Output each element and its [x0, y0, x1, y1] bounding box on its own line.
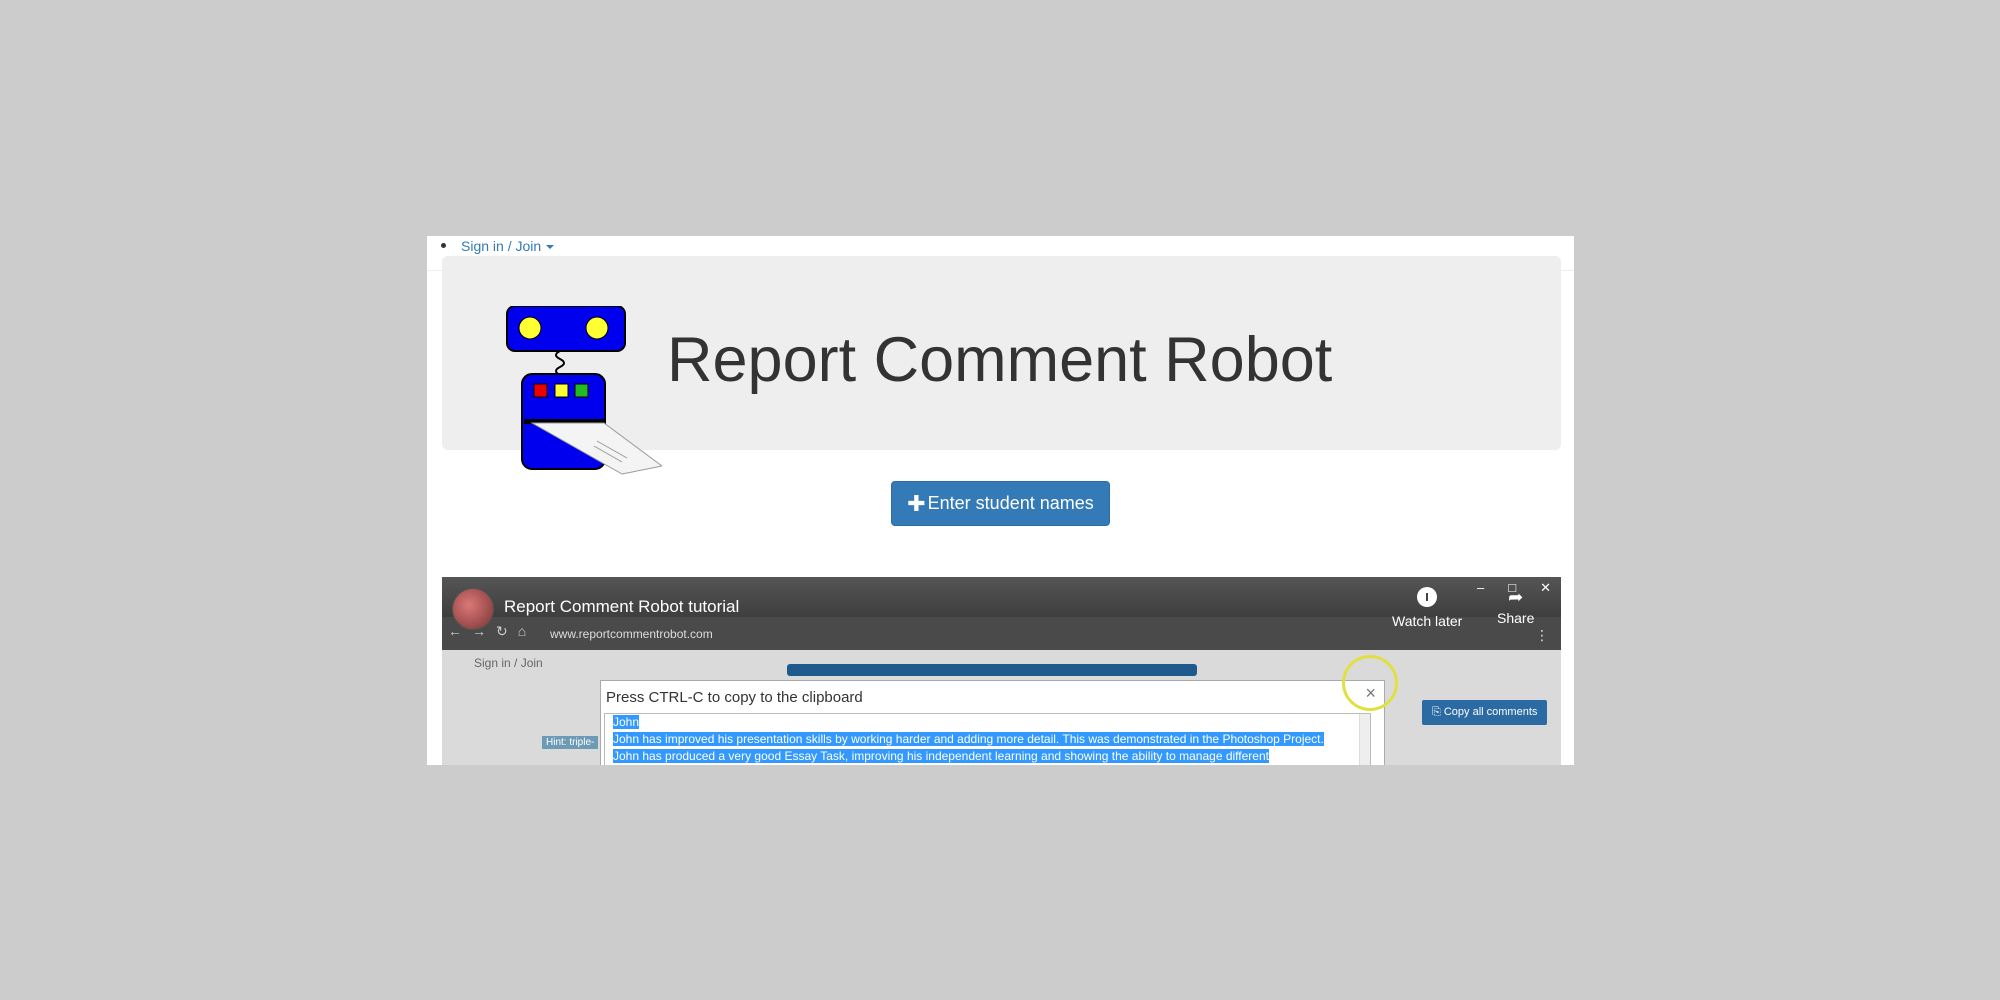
comment-line: John has produced a very good Essay Task…: [613, 749, 1269, 763]
copy-dialog-textarea: John John has improved his presentation …: [604, 713, 1371, 765]
more-options-icon: ⋮: [1535, 627, 1549, 643]
copy-dialog-title: Press CTRL-C to copy to the clipboard: [606, 689, 863, 706]
close-icon: ✕: [1540, 580, 1551, 595]
page-title: Report Comment Robot: [667, 325, 1333, 395]
clipboard-icon: ⎘: [1432, 706, 1444, 718]
video-url-text: www.reportcommentrobot.com: [550, 627, 713, 641]
reload-icon: ↻: [496, 623, 508, 639]
plus-icon: ✚: [907, 490, 926, 516]
comment-line: John has improved his presentation skill…: [613, 732, 1324, 746]
enter-student-names-label: Enter student names: [927, 493, 1094, 513]
watch-later-button[interactable]: Watch later: [1392, 587, 1462, 629]
cursor-highlight-ring: [1342, 655, 1398, 711]
channel-avatar[interactable]: [452, 588, 494, 630]
share-label: Share: [1497, 610, 1535, 626]
comment-line: John: [613, 715, 640, 729]
video-title[interactable]: Report Comment Robot tutorial: [504, 597, 739, 617]
video-inner-signin: Sign in / Join: [474, 656, 543, 670]
share-button[interactable]: ➦ Share: [1497, 587, 1534, 626]
robot-logo: [506, 306, 662, 475]
video-hint-badge: Hint: triple-: [542, 736, 599, 749]
video-inner-header-bar: [787, 664, 1197, 676]
watch-later-label: Watch later: [1392, 613, 1463, 629]
copy-all-label: Copy all comments: [1443, 706, 1538, 718]
enter-student-names-button[interactable]: ✚ Enter student names: [891, 481, 1110, 526]
copy-all-comments-button: ⎘ Copy all comments: [1422, 700, 1548, 725]
signin-label: Sign in / Join: [461, 238, 542, 254]
nav-bullet: [441, 243, 446, 248]
caret-down-icon: [546, 244, 555, 249]
share-arrow-icon: ➦: [1508, 587, 1524, 607]
tutorial-video-embed[interactable]: ← → ↻ ⌂ www.reportcommentrobot.com Repor…: [442, 577, 1561, 765]
hero-jumbotron: Report Comment Robot: [442, 256, 1561, 475]
copy-dialog: Press CTRL-C to copy to the clipboard × …: [600, 680, 1385, 765]
page-container: Sign in / Join Report Comment Robot ✚ En…: [427, 236, 1574, 765]
home-icon: ⌂: [517, 623, 527, 639]
minimize-icon: –: [1477, 580, 1485, 595]
signin-dropdown[interactable]: Sign in / Join: [461, 236, 555, 256]
clock-icon: [1417, 587, 1438, 607]
textarea-scrollbar: [1359, 714, 1370, 765]
